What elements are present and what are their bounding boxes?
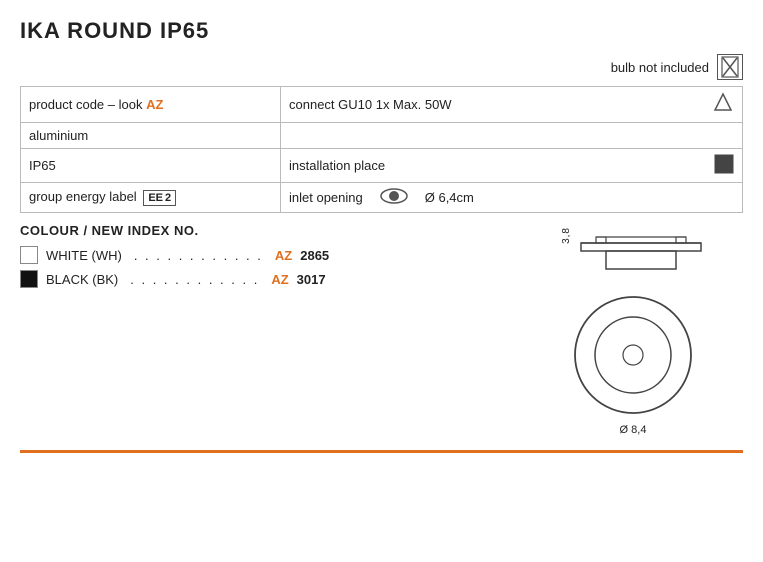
product-title: IKA ROUND IP65 (20, 18, 743, 44)
black-swatch (20, 270, 38, 288)
spec-row-3: IP65 installation place (21, 149, 743, 183)
spec-energy-label: group energy label (29, 189, 137, 204)
spec-table: product code – look AZ connect GU10 1x M… (20, 86, 743, 213)
spec-product-code-cell: product code – look AZ (21, 87, 281, 123)
white-swatch (20, 246, 38, 264)
colour-white-item: WHITE (WH) . . . . . . . . . . . . AZ 286… (20, 246, 503, 264)
bottom-border (20, 450, 743, 453)
spec-inlet-diam: Ø 6,4cm (425, 190, 474, 205)
inlet-oval-icon (379, 188, 409, 207)
spec-row-2: aluminium (21, 123, 743, 149)
bulb-not-included-label: bulb not included (611, 60, 709, 75)
socket-icon (712, 92, 734, 117)
spec-row-4: group energy label EE 2 inlet opening Ø … (21, 183, 743, 213)
bulb-icon (717, 54, 743, 80)
spec-az-label: AZ (146, 97, 163, 112)
spec-material-right-cell (281, 123, 743, 149)
colour-section-title: COLOUR / NEW INDEX NO. (20, 223, 503, 238)
white-code: 2865 (300, 248, 329, 263)
energy-badge: EE 2 (143, 190, 176, 206)
spec-install-label: installation place (289, 158, 385, 173)
spec-connect-label: connect GU10 1x Max. 50W (289, 97, 452, 112)
install-place-icon (714, 154, 734, 177)
cross-section-drawing (576, 223, 706, 278)
spec-energy-cell: group energy label EE 2 (21, 183, 281, 213)
white-az: AZ (275, 248, 292, 263)
energy-num: 2 (165, 192, 171, 204)
spec-install-cell: installation place (281, 149, 743, 183)
spec-ip65-cell: IP65 (21, 149, 281, 183)
energy-ee: EE (148, 192, 163, 204)
spec-row-1: product code – look AZ connect GU10 1x M… (21, 87, 743, 123)
colour-black-item: BLACK (BK) . . . . . . . . . . . . AZ 301… (20, 270, 503, 288)
spec-inlet-label: inlet opening (289, 190, 363, 205)
spec-material-cell: aluminium (21, 123, 281, 149)
round-front-drawing (568, 290, 698, 420)
spec-inlet-cell: inlet opening Ø 6,4cm (281, 183, 743, 213)
white-name: WHITE (WH) (46, 248, 122, 263)
black-az: AZ (271, 272, 288, 287)
spec-product-code-label: product code – look (29, 97, 146, 112)
white-dots: . . . . . . . . . . . . (134, 248, 263, 263)
spec-ip65-label: IP65 (29, 158, 56, 173)
black-name: BLACK (BK) (46, 272, 118, 287)
dim-height-label: 3,8 (561, 227, 572, 244)
black-code: 3017 (297, 272, 326, 287)
black-dots: . . . . . . . . . . . . (130, 272, 259, 287)
dim-diameter-label: Ø 8,4 (620, 424, 647, 436)
spec-material-label: aluminium (29, 128, 88, 143)
spec-connect-cell: connect GU10 1x Max. 50W (281, 87, 743, 123)
product-diagram: 3,8 Ø (523, 223, 743, 436)
